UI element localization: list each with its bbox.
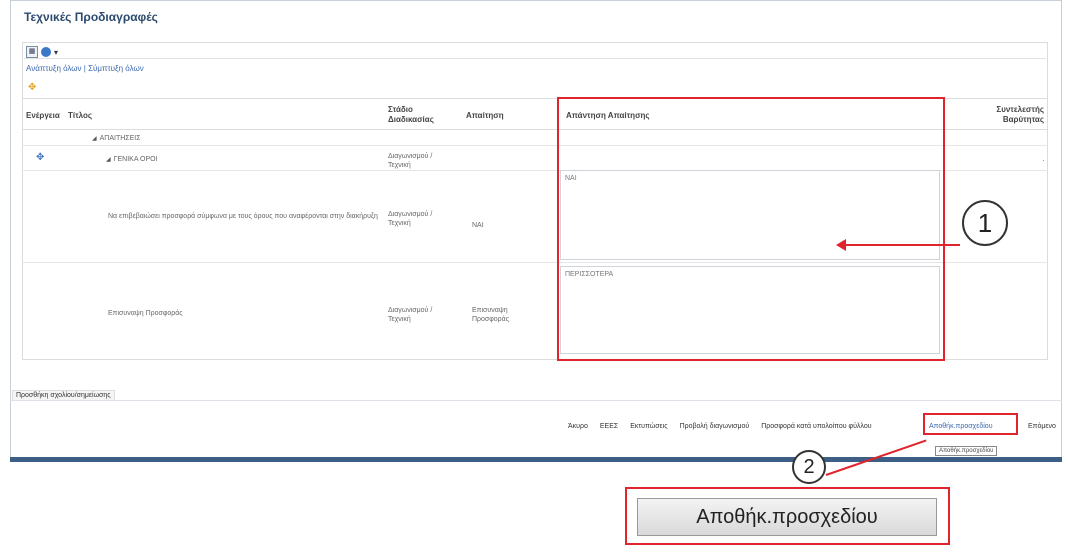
add-row-icon[interactable]: ✥ [28,82,36,93]
table-toolbar: ▦ ▾ [26,46,58,58]
zoomed-save-draft: Αποθήκ.προσχεδίου [625,487,950,545]
next-button[interactable]: Επόμενο [1028,423,1056,430]
save-draft-tooltip: Αποθήκ.προσχεδίου [935,446,998,456]
table-view-icon[interactable]: ▦ [26,46,38,58]
collapse-icon[interactable]: ◢ [106,157,111,163]
header-title[interactable]: Τίτλος [68,111,92,120]
arrowhead-1-icon [836,239,846,251]
requirement-text: Να επιβεβαιώσει προσφορά σύμφωνα με τους… [108,213,378,220]
toolbar-divider [24,58,1046,59]
row-answer: Επισυναψη Προσφοράς [472,307,510,323]
gear-icon[interactable] [41,47,51,57]
row-stage: Διαγωνισμού / Τεχνική [388,307,433,323]
section-title: Τεχνικές Προδιαγραφές [24,10,158,24]
bid-remaining-button[interactable]: Προσφορά κατά υπολοίπου φύλλου [759,422,873,431]
row-stage: Διαγωνισμού / Τεχνική [388,211,433,227]
panel-bottom-bar [10,457,1062,462]
print-button[interactable]: Εκτυπώσεις [628,422,669,431]
cancel-button[interactable]: Άκυρο [566,422,590,431]
zoomed-save-draft-button[interactable]: Αποθήκ.προσχεδίου [637,498,937,536]
chevron-down-icon[interactable]: ▾ [54,48,58,57]
footer-divider [10,400,1062,401]
highlight-box-save [923,413,1018,435]
row-stage: Διαγωνισμού / Τεχνική [388,153,433,169]
collapse-icon[interactable]: ◢ [92,136,97,142]
header-criteria[interactable]: Συντελεστής Βαρύτητας [982,105,1044,125]
expand-collapse-links[interactable]: Ανάπτυξη όλων | Σύμπτυξη όλων [26,64,144,73]
row-marker: · [1042,156,1045,165]
edit-row-icon[interactable]: ✥ [36,152,44,163]
table-row: ◢ ΑΠΑΙΤΗΣΕΙΣ [92,135,141,142]
highlight-box-response [557,97,945,361]
requirement-text: Επισυναψη Προσφοράς [108,310,183,317]
espd-button[interactable]: ΕΕΕΣ [598,422,620,431]
header-action: Ενέργεια [26,111,60,120]
annotation-marker-2: 2 [792,450,826,484]
row-answer: ΝΑΙ [472,222,484,229]
view-tender-button[interactable]: Προβολή διαγωνισμού [678,422,752,431]
annotation-arrow-1 [842,244,960,246]
table-row: ◢ ΓΕΝΙΚΑ ΟΡΟΙ [106,156,158,163]
annotation-marker-1: 1 [962,200,1008,246]
action-button-bar: Άκυρο ΕΕΕΣ Εκτυπώσεις Προβολή διαγωνισμο… [566,422,874,431]
header-stage[interactable]: Στάδιο Διαδικασίας [388,105,448,125]
header-answer[interactable]: Απαίτηση [466,111,504,120]
